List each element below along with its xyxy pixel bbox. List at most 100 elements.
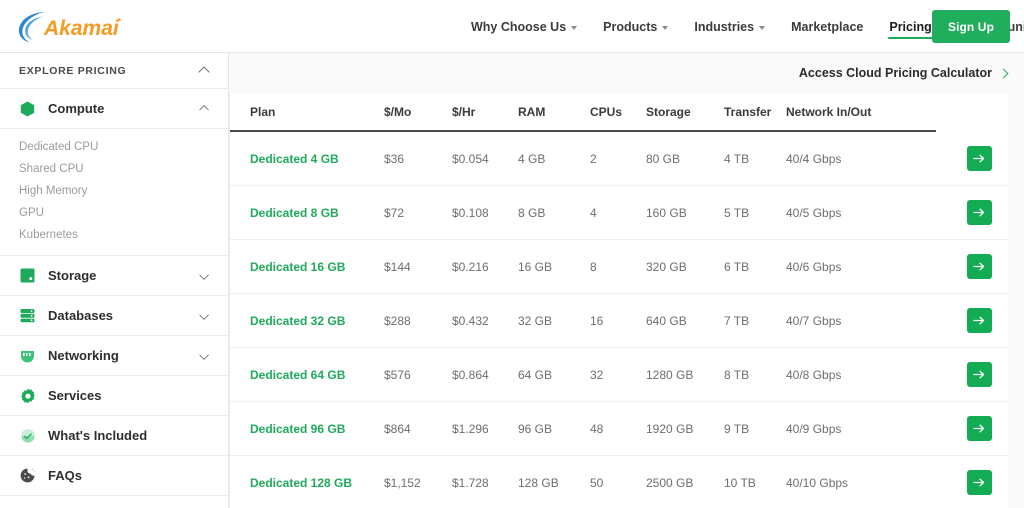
sidebar-item-networking[interactable]: Networking — [0, 336, 228, 376]
calculator-link-label: Access Cloud Pricing Calculator — [798, 66, 992, 80]
pricing-table-body: Dedicated 4 GB $36 $0.054 4 GB 2 80 GB 4… — [230, 131, 1008, 508]
cell-price-per-month: $36 — [384, 131, 452, 186]
chevron-up-icon — [200, 104, 209, 113]
cell-ram: 128 GB — [518, 455, 590, 508]
row-action-button[interactable] — [967, 416, 992, 441]
cell-ram: 8 GB — [518, 185, 590, 240]
nav-item-marketplace[interactable]: Marketplace — [778, 0, 876, 53]
arrow-right-icon — [973, 154, 985, 163]
calculator-bar: Access Cloud Pricing Calculator — [229, 53, 1024, 93]
nav-item-why-choose-us[interactable]: Why Choose Us — [458, 0, 590, 53]
sidebar-item-faqs[interactable]: FAQs — [0, 456, 228, 496]
sidebar-item-services[interactable]: Services — [0, 376, 228, 416]
sidebar-item-label: Compute — [48, 101, 105, 116]
sidebar-header-explore-pricing[interactable]: EXPLORE PRICING — [0, 53, 228, 89]
cell-plan[interactable]: Dedicated 32 GB — [230, 293, 384, 348]
cell-plan[interactable]: Dedicated 96 GB — [230, 401, 384, 456]
cell-plan[interactable]: Dedicated 64 GB — [230, 347, 384, 402]
cell-plan[interactable]: Dedicated 16 GB — [230, 239, 384, 294]
sidebar-item-storage[interactable]: Storage — [0, 256, 228, 296]
column-header-plan: Plan — [230, 93, 384, 132]
chevron-down-icon — [662, 25, 669, 30]
cell-cpus: 16 — [590, 293, 646, 348]
pricing-table: Plan $/Mo $/Hr RAM CPUs Storage Transfer… — [230, 93, 1008, 508]
sidebar-subitem-high-memory[interactable]: High Memory — [0, 180, 228, 202]
sidebar-item-whats-included[interactable]: What's Included — [0, 416, 228, 456]
table-row[interactable]: Dedicated 64 GB $576 $0.864 64 GB 32 128… — [230, 347, 1008, 402]
nav-item-products[interactable]: Products — [590, 0, 681, 53]
sidebar-subitem-dedicated-cpu[interactable]: Dedicated CPU — [0, 136, 228, 158]
column-header-ram: RAM — [518, 93, 590, 132]
row-action-button[interactable] — [967, 470, 992, 495]
nav-item-industries[interactable]: Industries — [681, 0, 778, 53]
sidebar-item-compute[interactable]: Compute — [0, 89, 228, 129]
table-row[interactable]: Dedicated 8 GB $72 $0.108 8 GB 4 160 GB … — [230, 185, 1008, 240]
table-row[interactable]: Dedicated 32 GB $288 $0.432 32 GB 16 640… — [230, 293, 1008, 348]
sidebar-header-label: EXPLORE PRICING — [19, 64, 127, 77]
chevron-up-icon — [199, 65, 210, 76]
sidebar: EXPLORE PRICING Compute Dedicated CPU Sh… — [0, 53, 229, 508]
cell-action — [936, 455, 1008, 508]
cell-cpus: 32 — [590, 347, 646, 402]
column-header-storage: Storage — [646, 93, 724, 132]
row-action-button[interactable] — [967, 146, 992, 171]
cell-transfer: 9 TB — [724, 401, 786, 456]
table-row[interactable]: Dedicated 4 GB $36 $0.054 4 GB 2 80 GB 4… — [230, 131, 1008, 186]
cell-transfer: 10 TB — [724, 455, 786, 508]
cell-cpus: 2 — [590, 131, 646, 186]
cell-storage: 2500 GB — [646, 455, 724, 508]
sign-up-button[interactable]: Sign Up — [931, 10, 1010, 43]
sidebar-subitem-gpu[interactable]: GPU — [0, 202, 228, 224]
cell-price-per-month: $144 — [384, 239, 452, 294]
access-cloud-pricing-calculator-link[interactable]: Access Cloud Pricing Calculator — [799, 66, 1008, 80]
sidebar-item-databases[interactable]: Databases — [0, 296, 228, 336]
table-row[interactable]: Dedicated 128 GB $1,152 $1.728 128 GB 50… — [230, 455, 1008, 508]
sidebar-item-label: Storage — [48, 268, 97, 283]
main-content: Access Cloud Pricing Calculator Plan $/M… — [229, 53, 1024, 508]
table-row[interactable]: Dedicated 16 GB $144 $0.216 16 GB 8 320 … — [230, 239, 1008, 294]
row-action-button[interactable] — [967, 254, 992, 279]
sidebar-subitems-compute: Dedicated CPU Shared CPU High Memory GPU… — [0, 129, 228, 256]
column-header-network-in-out: Network In/Out — [786, 93, 936, 132]
row-action-button[interactable] — [967, 362, 992, 387]
chevron-right-icon — [999, 69, 1008, 78]
table-header-row: Plan $/Mo $/Hr RAM CPUs Storage Transfer… — [230, 93, 1008, 132]
cell-transfer: 4 TB — [724, 131, 786, 186]
sidebar-subitem-kubernetes[interactable]: Kubernetes — [0, 224, 228, 246]
cell-price-per-hour: $0.054 — [452, 131, 518, 186]
cell-cpus: 50 — [590, 455, 646, 508]
cell-network-in-out: 40/10 Gbps — [786, 455, 936, 508]
chevron-down-icon — [200, 351, 209, 360]
cell-transfer: 6 TB — [724, 239, 786, 294]
row-action-button[interactable] — [967, 200, 992, 225]
nav-item-label: Industries — [694, 19, 755, 34]
cell-network-in-out: 40/6 Gbps — [786, 239, 936, 294]
database-icon — [19, 307, 36, 324]
nav-item-label: Marketplace — [791, 19, 864, 34]
row-action-button[interactable] — [967, 308, 992, 333]
cell-cpus: 48 — [590, 401, 646, 456]
cell-plan[interactable]: Dedicated 128 GB — [230, 455, 384, 508]
cell-action — [936, 131, 1008, 186]
cell-price-per-month: $864 — [384, 401, 452, 456]
sidebar-subitem-shared-cpu[interactable]: Shared CPU — [0, 158, 228, 180]
sidebar-item-label: Services — [48, 388, 102, 403]
cell-price-per-month: $576 — [384, 347, 452, 402]
cell-transfer: 7 TB — [724, 293, 786, 348]
cell-price-per-hour: $1.728 — [452, 455, 518, 508]
sidebar-item-label: Networking — [48, 348, 119, 363]
cell-cpus: 4 — [590, 185, 646, 240]
akamai-logo[interactable]: Akamai — [16, 6, 166, 46]
cell-storage: 1920 GB — [646, 401, 724, 456]
cell-action — [936, 347, 1008, 402]
cell-plan[interactable]: Dedicated 4 GB — [230, 131, 384, 186]
cell-network-in-out: 40/5 Gbps — [786, 185, 936, 240]
cell-plan[interactable]: Dedicated 8 GB — [230, 185, 384, 240]
cell-network-in-out: 40/8 Gbps — [786, 347, 936, 402]
table-row[interactable]: Dedicated 96 GB $864 $1.296 96 GB 48 192… — [230, 401, 1008, 456]
sidebar-item-label: What's Included — [48, 428, 148, 443]
body-wrapper: EXPLORE PRICING Compute Dedicated CPU Sh… — [0, 53, 1024, 508]
svg-text:Akamai: Akamai — [43, 17, 120, 40]
cell-storage: 1280 GB — [646, 347, 724, 402]
pricing-table-card: Plan $/Mo $/Hr RAM CPUs Storage Transfer… — [229, 93, 1008, 508]
